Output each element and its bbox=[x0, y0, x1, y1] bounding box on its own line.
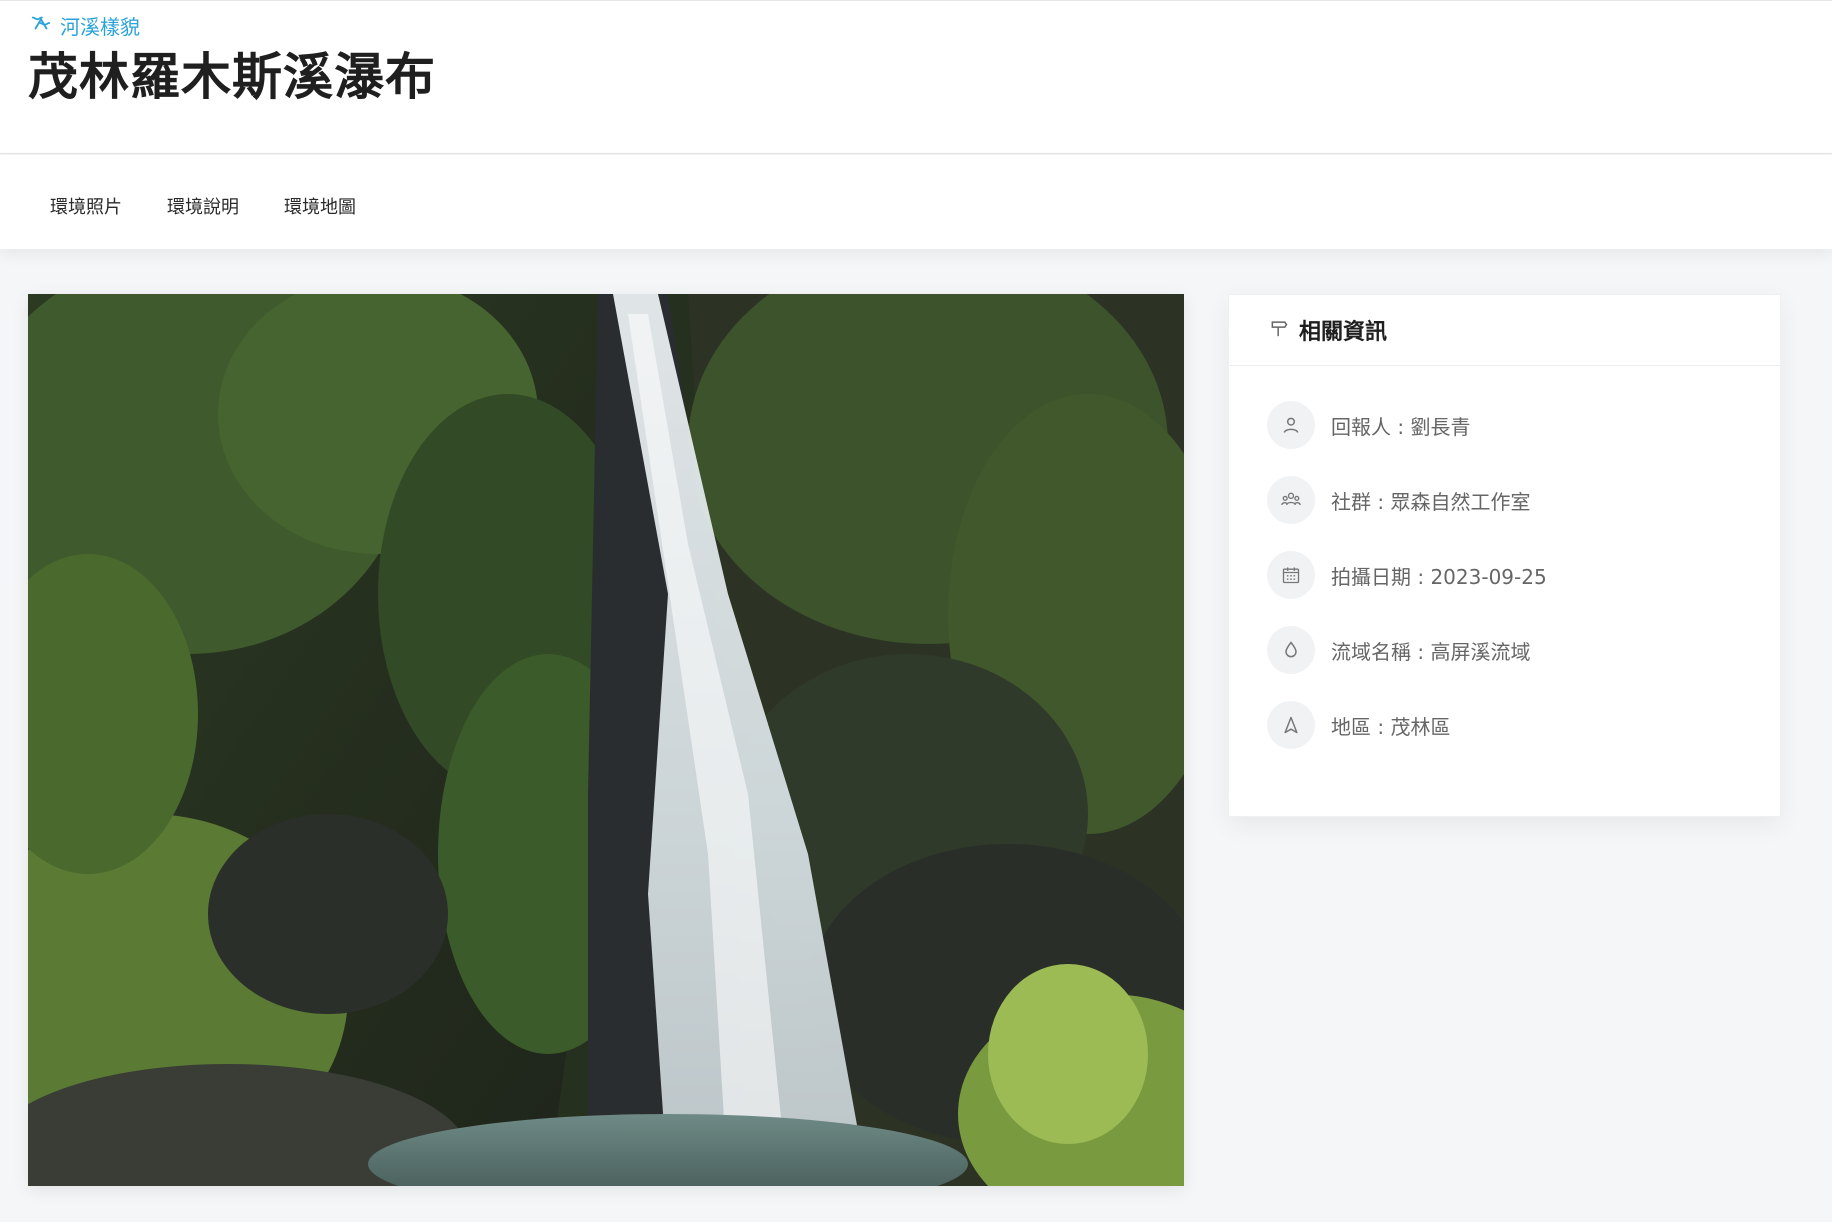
tab-photos[interactable]: 環境照片 bbox=[50, 189, 122, 223]
related-info-panel: 相關資訊 回報人 : 劉長青 社群 : 眾森自然工作室 拍攝日期 : 2023-… bbox=[1228, 294, 1781, 817]
environment-photo bbox=[28, 294, 1184, 1186]
location-arrow-icon bbox=[1267, 701, 1315, 749]
info-text: 流域名稱 : 高屏溪流域 bbox=[1331, 639, 1531, 664]
info-text: 回報人 : 劉長青 bbox=[1331, 414, 1471, 439]
info-community: 社群 : 眾森自然工作室 bbox=[1267, 476, 1530, 524]
tab-map[interactable]: 環境地圖 bbox=[284, 189, 356, 223]
info-reporter: 回報人 : 劉長青 bbox=[1267, 401, 1470, 449]
info-text: 拍攝日期 : 2023-09-25 bbox=[1331, 564, 1547, 589]
river-icon bbox=[30, 12, 52, 39]
group-icon bbox=[1267, 476, 1315, 524]
page-header: 河溪樣貌 茂林羅木斯溪瀑布 bbox=[0, 0, 1832, 154]
panel-title: 相關資訊 bbox=[1299, 320, 1388, 345]
tab-bar: 環境照片 環境說明 環境地圖 bbox=[0, 155, 1832, 249]
info-district: 地區 : 茂林區 bbox=[1267, 701, 1450, 749]
user-icon bbox=[1267, 401, 1315, 449]
water-drop-icon bbox=[1267, 626, 1315, 674]
breadcrumb-label: 河溪樣貌 bbox=[60, 15, 140, 39]
info-watershed: 流域名稱 : 高屏溪流域 bbox=[1267, 626, 1530, 674]
info-text: 地區 : 茂林區 bbox=[1331, 714, 1451, 739]
breadcrumb[interactable]: 河溪樣貌 bbox=[30, 11, 140, 40]
tab-description[interactable]: 環境說明 bbox=[167, 189, 239, 223]
signpost-icon bbox=[1269, 318, 1289, 342]
info-date: 拍攝日期 : 2023-09-25 bbox=[1267, 551, 1547, 599]
calendar-icon bbox=[1267, 551, 1315, 599]
panel-header: 相關資訊 bbox=[1229, 295, 1780, 366]
page-title: 茂林羅木斯溪瀑布 bbox=[28, 48, 436, 106]
info-text: 社群 : 眾森自然工作室 bbox=[1331, 489, 1531, 514]
